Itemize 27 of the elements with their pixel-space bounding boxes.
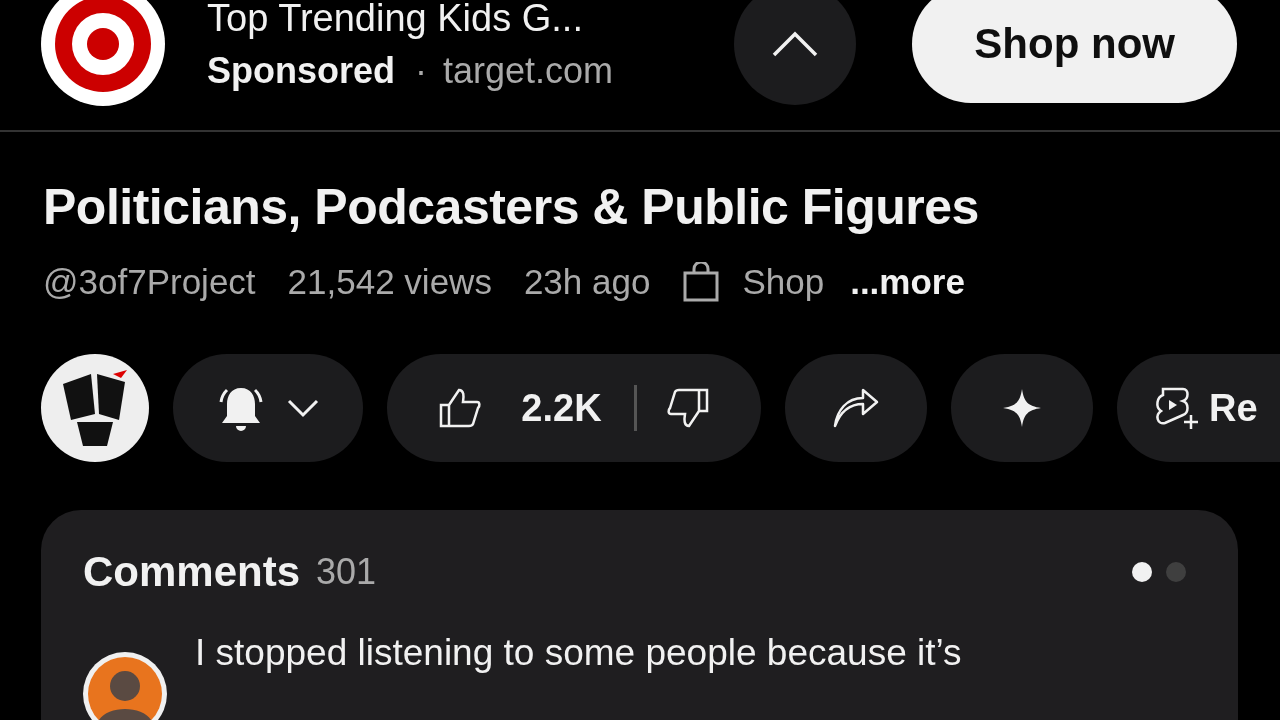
bullseye-logo-icon bbox=[41, 0, 165, 106]
comments-card[interactable]: Comments 301 I stopped listening to some people because it’s bbox=[41, 510, 1238, 720]
user-avatar-icon bbox=[83, 652, 167, 720]
separator-dot: · bbox=[415, 50, 427, 92]
remix-button[interactable]: Re bbox=[1117, 354, 1280, 462]
shop-link[interactable]: Shop bbox=[742, 262, 825, 302]
like-button[interactable]: 2.2K bbox=[439, 386, 602, 430]
channel-handle[interactable]: @3of7Project bbox=[43, 262, 256, 302]
remix-icon bbox=[1153, 385, 1199, 431]
shop-now-button[interactable]: Shop now bbox=[912, 0, 1237, 103]
video-title: Politicians, Podcasters & Public Figures bbox=[43, 178, 980, 236]
upload-age: 23h ago bbox=[523, 262, 651, 302]
share-arrow-icon bbox=[833, 388, 879, 428]
dislike-button[interactable] bbox=[666, 388, 709, 428]
thumbs-down-icon bbox=[666, 388, 709, 428]
shopping-bag-icon bbox=[682, 262, 721, 302]
comments-title: Comments bbox=[83, 548, 301, 596]
ad-title[interactable]: Top Trending Kids G... bbox=[207, 0, 735, 40]
chevron-up-icon bbox=[772, 30, 819, 58]
sponsored-label: Sponsored bbox=[207, 50, 395, 92]
comment-text: I stopped listening to some people because it’s bbox=[195, 632, 962, 675]
thumbs-up-icon bbox=[439, 388, 482, 428]
comment-count: 301 bbox=[316, 551, 377, 593]
ad-domain: target.com bbox=[443, 50, 614, 92]
more-link[interactable]: ...more bbox=[850, 262, 965, 302]
chevron-down-icon bbox=[287, 398, 319, 418]
view-count: 21,542 views bbox=[287, 262, 492, 302]
